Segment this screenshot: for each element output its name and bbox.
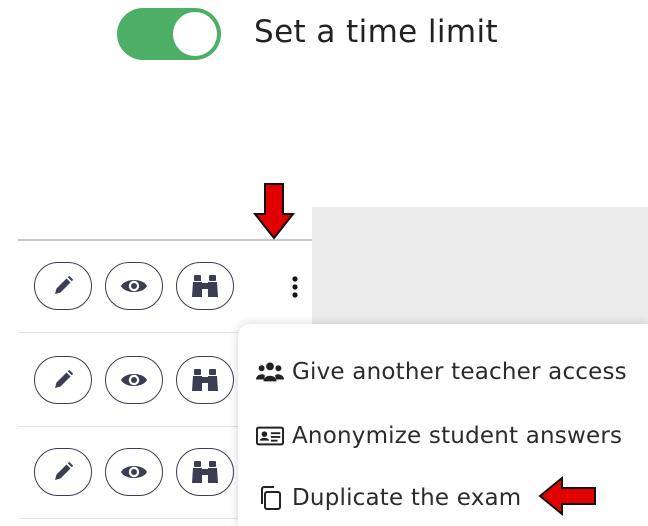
more-options-button[interactable] (283, 272, 307, 302)
edit-button[interactable] (34, 356, 92, 404)
edit-button[interactable] (34, 262, 92, 310)
view-button[interactable] (105, 448, 163, 496)
menu-item-label: Duplicate the exam (292, 485, 522, 511)
menu-item-anonymize-answers[interactable]: Anonymize student answers (256, 416, 622, 456)
table-row (18, 262, 312, 322)
red-left-arrow-annotation (538, 476, 596, 516)
eye-icon (121, 280, 147, 292)
id-card-icon (256, 422, 284, 450)
binoculars-icon (192, 461, 218, 483)
view-button[interactable] (105, 262, 163, 310)
edit-icon (55, 461, 74, 480)
red-down-arrow-annotation (253, 183, 295, 240)
copy-icon (256, 484, 284, 512)
eye-icon (121, 466, 147, 478)
binoculars-icon (192, 275, 218, 297)
menu-item-label: Anonymize student answers (292, 423, 623, 449)
preview-button[interactable] (176, 262, 234, 310)
preview-button[interactable] (176, 448, 234, 496)
toggle-knob (173, 12, 217, 56)
binoculars-icon (192, 369, 218, 391)
kebab-menu-icon (292, 276, 298, 298)
menu-item-duplicate-exam[interactable]: Duplicate the exam (256, 478, 521, 518)
edit-icon (55, 275, 74, 294)
time-limit-label: Set a time limit (254, 14, 499, 50)
users-icon (256, 358, 284, 386)
time-limit-toggle[interactable] (117, 8, 221, 60)
view-button[interactable] (105, 356, 163, 404)
preview-button[interactable] (176, 356, 234, 404)
eye-icon (121, 374, 147, 386)
menu-item-give-teacher-access[interactable]: Give another teacher access (256, 352, 627, 392)
menu-item-label: Give another teacher access (292, 359, 627, 385)
edit-button[interactable] (34, 448, 92, 496)
edit-icon (55, 369, 74, 388)
